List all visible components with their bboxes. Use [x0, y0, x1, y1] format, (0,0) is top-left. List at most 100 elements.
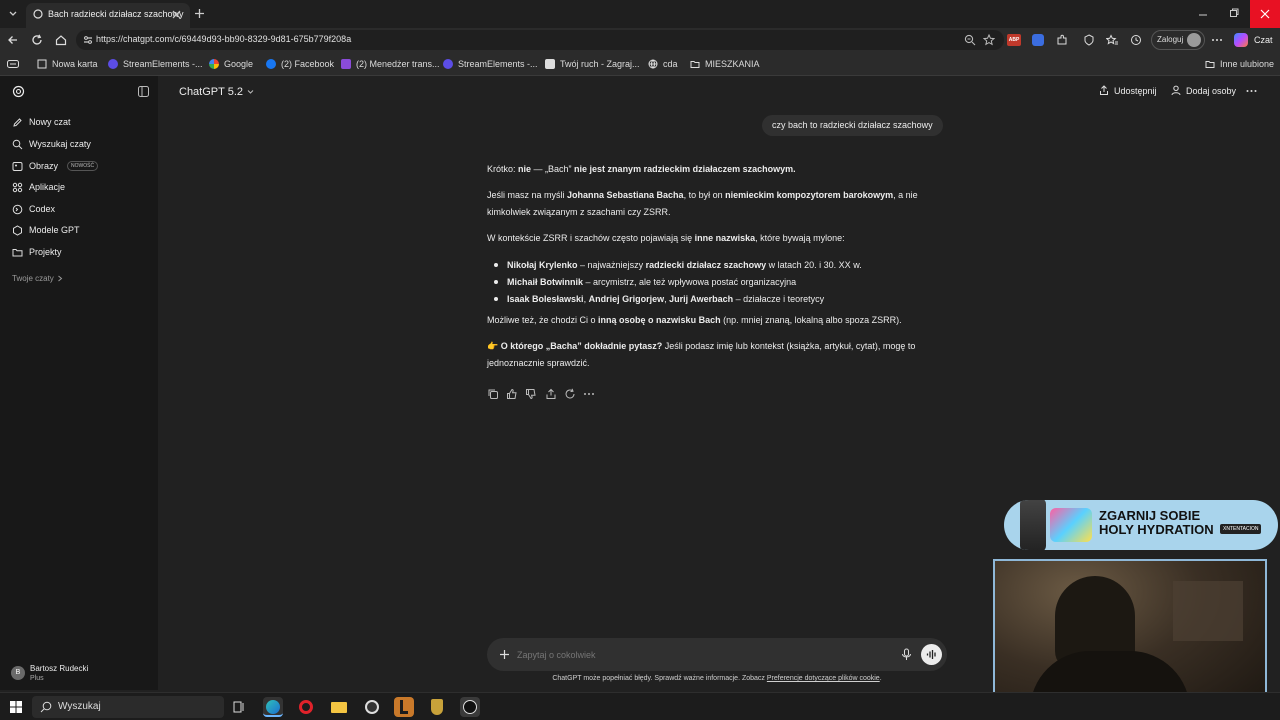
folder-icon	[12, 248, 23, 256]
microphone-icon[interactable]	[901, 648, 912, 661]
add-people-label: Dodaj osoby	[1186, 85, 1237, 96]
thumbs-up-icon[interactable]	[506, 388, 518, 400]
home-icon[interactable]	[55, 34, 67, 46]
league-taskbar-icon[interactable]	[394, 697, 414, 717]
copy-icon[interactable]	[487, 388, 499, 400]
answer-bold: Jurij Awerbach	[669, 294, 734, 304]
list-item: Nikołaj Krylenko – najważniejszy radziec…	[507, 257, 947, 274]
prompt-input[interactable]	[517, 645, 897, 664]
disclaimer: ChatGPT może popełniać błędy. Sprawdź wa…	[487, 675, 947, 682]
bookmark-cda[interactable]: cda	[648, 52, 678, 76]
add-people-button[interactable]: Dodaj osoby	[1171, 85, 1236, 96]
your-chats-section[interactable]: Twoje czaty	[12, 274, 63, 283]
model-selector[interactable]: ChatGPT 5.2	[179, 86, 254, 98]
thumbs-down-icon[interactable]	[525, 388, 537, 400]
gpt-models-icon	[13, 224, 22, 236]
sidebar-item-images[interactable]: Obrazy NOWOŚĆ	[12, 157, 99, 175]
voice-mode-button[interactable]	[921, 644, 942, 665]
zoom-icon[interactable]	[964, 34, 976, 46]
other-favorites[interactable]: Inne ulubione	[1205, 52, 1274, 76]
tab-list-chevron-icon[interactable]	[8, 9, 18, 19]
sidebar-item-new-chat[interactable]: Nowy czat	[12, 113, 71, 131]
file-explorer-taskbar-icon[interactable]	[329, 697, 349, 717]
login-button[interactable]: Zaloguj	[1151, 30, 1205, 50]
bookmark-folder-mieszkania[interactable]: MIESZKANIA	[690, 52, 760, 76]
window-restore-icon[interactable]	[1229, 8, 1239, 18]
windows-start-icon[interactable]	[10, 701, 22, 713]
answer-text: Krótko:	[487, 164, 519, 174]
openai-logo-icon[interactable]	[12, 85, 25, 98]
taskbar-search[interactable]: Wyszukaj	[32, 696, 224, 718]
site-info-icon[interactable]	[82, 34, 94, 46]
taskbar-search-label: Wyszukaj	[58, 701, 101, 712]
answer-bold: nie jest znanym radzieckim działaczem sz…	[574, 164, 796, 174]
tab-close-icon[interactable]	[172, 10, 181, 19]
edge-taskbar-icon[interactable]	[263, 697, 283, 717]
browser-essentials-icon[interactable]	[1083, 34, 1095, 46]
bookmark-streamelements-1[interactable]: StreamElements -...	[108, 52, 203, 76]
window-close-icon	[1260, 9, 1270, 19]
folder-icon	[1205, 61, 1215, 68]
cookie-preferences-link[interactable]: Preferencje dotyczące plików cookie	[767, 675, 880, 682]
answer-text: (np. mniej znaną, lokalną albo spoza ZSR…	[720, 315, 902, 325]
window-close-button[interactable]	[1250, 0, 1280, 28]
shield-app-taskbar-icon[interactable]	[427, 697, 447, 717]
history-icon[interactable]	[1130, 34, 1142, 46]
share-response-icon[interactable]	[545, 388, 557, 400]
bookmarks-bar: Nowa karta StreamElements -... Google (2…	[0, 52, 1280, 76]
address-bar[interactable]: https://chatgpt.com/c/69449d93-bb90-8329…	[76, 30, 1004, 50]
obs-taskbar-icon[interactable]	[362, 697, 382, 717]
share-button[interactable]: Udostępnij	[1099, 85, 1157, 96]
back-icon[interactable]	[7, 34, 19, 46]
answer-bold: Andriej Grigorjew	[588, 294, 665, 304]
chatgpt-sidebar: Nowy czat Wyszukaj czaty Obrazy NOWOŚĆ A…	[0, 76, 158, 690]
sidebar-item-search-chats[interactable]: Wyszukaj czaty	[12, 135, 91, 153]
bookmark-streamelements-2[interactable]: StreamElements -...	[443, 52, 538, 76]
sidebar-item-gpt-models[interactable]: Modele GPT	[12, 221, 80, 239]
chevron-down-icon	[247, 90, 254, 94]
sidebar-item-label: Wyszukaj czaty	[29, 139, 91, 149]
bookmark-google[interactable]: Google	[209, 52, 253, 76]
sidebar-item-apps[interactable]: Aplikacje	[12, 178, 65, 196]
more-actions-icon[interactable]	[583, 388, 595, 400]
twitch-icon	[341, 59, 351, 69]
share-label: Udostępnij	[1114, 85, 1157, 96]
sidebar-item-projects[interactable]: Projekty	[12, 243, 62, 261]
task-view-icon[interactable]	[233, 701, 245, 713]
unreal-taskbar-icon[interactable]	[460, 697, 480, 717]
extensions-puzzle-icon[interactable]	[1056, 34, 1068, 46]
bookmark-new-tab[interactable]: Nowa karta	[37, 52, 98, 76]
answer-bold: inne nazwiska	[694, 233, 756, 243]
new-tab-icon[interactable]	[194, 8, 205, 19]
opera-taskbar-icon[interactable]	[296, 697, 316, 717]
sidebar-item-codex[interactable]: Codex	[12, 200, 55, 218]
user-account-button[interactable]: B Bartosz Rudecki Plus	[10, 664, 150, 688]
bullet-dot	[494, 263, 498, 267]
answer-text: – arcymistrz, ale też wpływowa postać or…	[583, 277, 797, 287]
browser-tab-active[interactable]: Bach radziecki działacz szachowy	[26, 3, 190, 28]
window-minimize-icon[interactable]	[1198, 10, 1208, 20]
bookmark-menedzer[interactable]: (2) Menedżer trans...	[341, 52, 440, 76]
favorite-star-icon[interactable]	[983, 34, 995, 46]
answer-paragraph: W kontekście ZSRR i szachów często pojaw…	[487, 230, 947, 247]
favorites-icon[interactable]	[1106, 34, 1118, 46]
extension-blue-icon[interactable]	[1032, 34, 1044, 46]
voice-wave-icon	[926, 650, 936, 659]
collections-icon[interactable]	[7, 59, 19, 69]
reload-icon[interactable]	[31, 34, 43, 46]
list-item: Michaił Botwinnik – arcymistrz, ale też …	[507, 274, 947, 291]
attach-plus-icon[interactable]	[499, 649, 510, 660]
copilot-label: Czat	[1254, 35, 1273, 45]
close-sidebar-icon[interactable]	[138, 86, 149, 97]
answer-text: , to był on	[683, 190, 726, 200]
ad-brand: XNTENTACION	[1220, 524, 1262, 534]
google-icon	[209, 59, 219, 69]
regenerate-icon[interactable]	[564, 388, 576, 400]
more-options-icon[interactable]	[1246, 88, 1257, 94]
bookmark-facebook[interactable]: (2) Facebook	[266, 52, 334, 76]
adblock-extension-icon[interactable]: ABP	[1007, 34, 1021, 46]
browser-menu-icon[interactable]	[1211, 34, 1223, 46]
bookmark-chess[interactable]: Twój ruch - Zagraj...	[545, 52, 640, 76]
copilot-chat-button[interactable]: Czat	[1230, 30, 1276, 50]
answer-paragraph: 👉 O którego „Bacha” dokładnie pytasz? Je…	[487, 338, 947, 372]
